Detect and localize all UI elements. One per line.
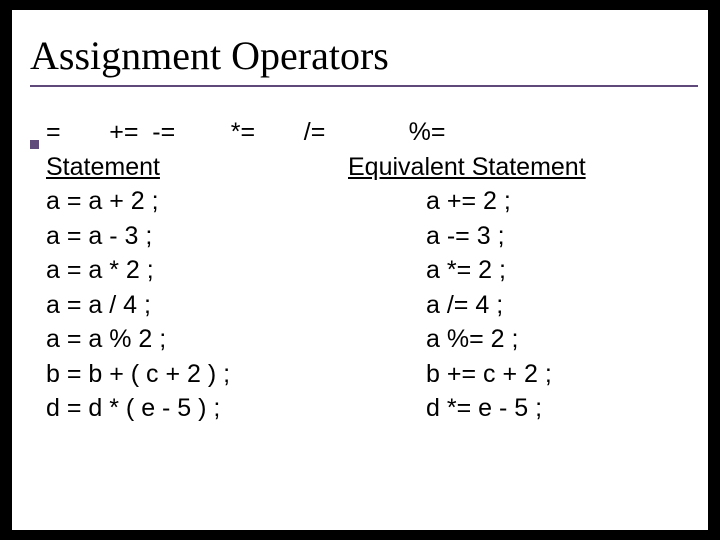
table-row: a = a / 4 ; a /= 4 ; [46,288,698,323]
header-right: Equivalent Statement [348,150,586,185]
equiv-cell: b += c + 2 ; [348,357,552,392]
equiv-cell: a += 2 ; [348,184,511,219]
equiv-cell: a /= 4 ; [348,288,503,323]
stmt-cell: d = d * ( e - 5 ) ; [46,391,348,426]
stmt-cell: a = a * 2 ; [46,253,348,288]
equiv-cell: a -= 3 ; [348,219,505,254]
header-row: Statement Equivalent Statement [46,150,698,185]
stmt-cell: a = a % 2 ; [46,322,348,357]
stmt-cell: a = a / 4 ; [46,288,348,323]
header-right-text: Equivalent Statement [348,153,586,181]
slide: Assignment Operators = += -= *= /= %= St… [12,10,708,530]
table-row: a = a + 2 ; a += 2 ; [46,184,698,219]
table-row: a = a % 2 ; a %= 2 ; [46,322,698,357]
stmt-cell: a = a - 3 ; [46,219,348,254]
table-row: a = a * 2 ; a *= 2 ; [46,253,698,288]
equiv-cell: a *= 2 ; [348,253,506,288]
header-left-text: Statement [46,153,160,181]
stmt-cell: b = b + ( c + 2 ) ; [46,357,348,392]
bullet-accent [30,140,39,149]
header-left: Statement [46,150,348,185]
table-row: b = b + ( c + 2 ) ; b += c + 2 ; [46,357,698,392]
operators-line: = += -= *= /= %= [46,115,698,150]
slide-title: Assignment Operators [12,10,708,85]
equiv-cell: d *= e - 5 ; [348,391,542,426]
table-row: a = a - 3 ; a -= 3 ; [46,219,698,254]
equiv-cell: a %= 2 ; [348,322,518,357]
stmt-cell: a = a + 2 ; [46,184,348,219]
table-row: d = d * ( e - 5 ) ; d *= e - 5 ; [46,391,698,426]
slide-content: = += -= *= /= %= Statement Equivalent St… [12,87,708,426]
